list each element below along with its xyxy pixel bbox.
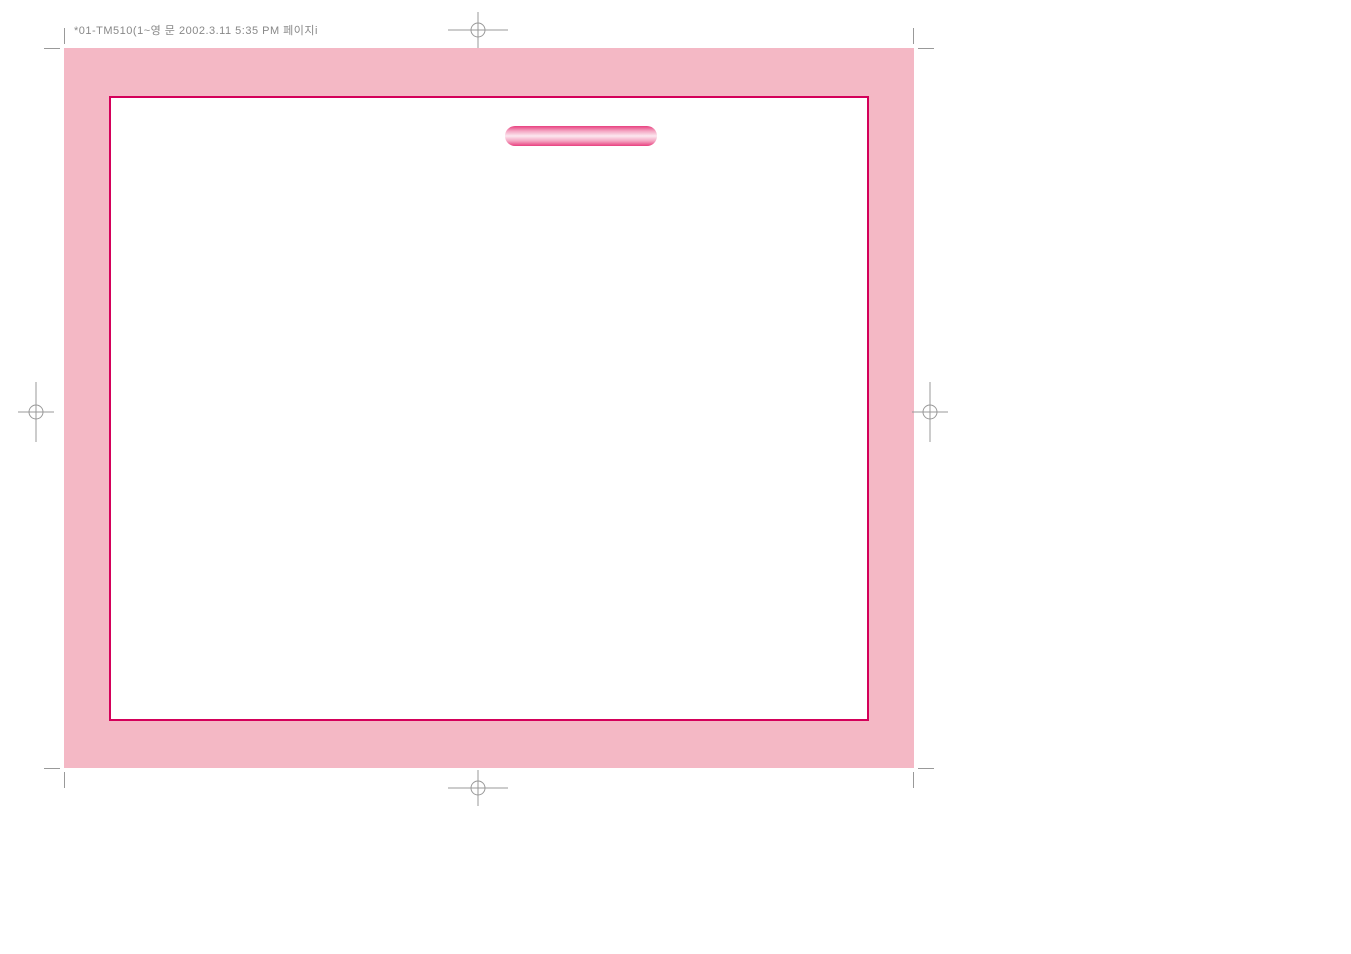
- corner-mark-icon: [918, 48, 934, 49]
- crop-mark-left-icon: [18, 382, 54, 442]
- outer-frame: [64, 48, 914, 768]
- crop-mark-right-icon: [912, 382, 948, 442]
- corner-mark-icon: [918, 768, 934, 769]
- document-header-text: *01-TM510(1~영 문 2002.3.11 5:35 PM 페이지i: [74, 22, 318, 38]
- decorative-pill: [505, 126, 657, 146]
- corner-mark-icon: [44, 768, 60, 769]
- corner-mark-icon: [913, 772, 914, 788]
- corner-mark-icon: [913, 28, 914, 44]
- corner-mark-icon: [44, 48, 60, 49]
- inner-frame: [109, 96, 869, 721]
- crop-mark-top-icon: [448, 12, 508, 48]
- corner-mark-icon: [64, 28, 65, 44]
- corner-mark-icon: [64, 772, 65, 788]
- crop-mark-bottom-icon: [448, 770, 508, 806]
